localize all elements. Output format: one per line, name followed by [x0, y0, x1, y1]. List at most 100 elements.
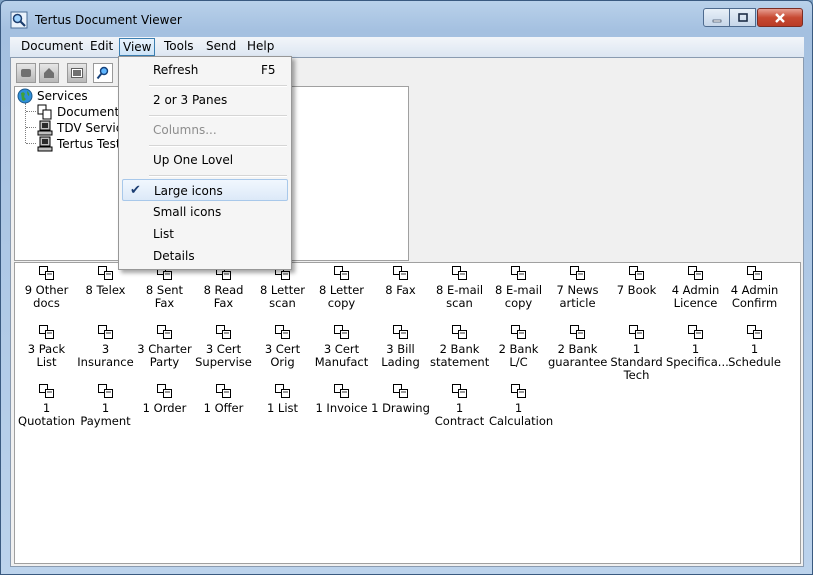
document-type-label: 8 Sent Fax [145, 283, 184, 310]
panes-button[interactable] [67, 63, 87, 83]
document-type-item[interactable]: 1 Payment [76, 383, 135, 428]
tree-item-tertus-test[interactable]: Tertus Test S [37, 136, 132, 152]
menu-item-label: Refresh [153, 63, 199, 77]
document-type-item[interactable]: 1 Contract [430, 383, 489, 428]
menu-item-details[interactable]: Details [122, 245, 288, 267]
menu-separator [149, 115, 287, 117]
title-bar[interactable]: Tertus Document Viewer [1, 1, 812, 35]
home-button[interactable] [39, 63, 59, 83]
document-type-item[interactable]: 8 E-mail copy [489, 265, 548, 310]
document-icon [392, 325, 408, 339]
document-type-item[interactable]: 1 Standard Tech [607, 324, 666, 382]
document-type-item[interactable]: 1 Calculation [489, 383, 553, 428]
document-type-item[interactable]: 4 Admin Licence [666, 265, 725, 310]
document-type-label: 1 Drawing [371, 401, 430, 415]
minimize-button[interactable] [703, 8, 730, 27]
tree-item-tdv-service[interactable]: TDV Service [37, 120, 130, 136]
document-icon [451, 384, 467, 398]
document-type-item[interactable]: 3 Insurance [76, 324, 135, 369]
document-type-item[interactable]: 2 Bank guarantee [548, 324, 607, 369]
document-type-item[interactable]: 3 Pack List [17, 324, 76, 369]
document-type-item[interactable]: 1 Schedule [725, 324, 784, 369]
document-type-item[interactable]: 3 Bill Lading [371, 324, 430, 369]
menu-separator [149, 85, 287, 87]
menu-item-columns[interactable]: Columns... [122, 119, 288, 141]
document-type-label: Lading [381, 355, 420, 369]
menu-item-large-icons[interactable]: ✔ Large icons [122, 179, 288, 201]
menu-item-up-one-level[interactable]: Up One Lovel [122, 149, 288, 171]
document-type-label: Confirm [731, 296, 778, 310]
app-window: Tertus Document Viewer Document Edit Vie… [0, 0, 813, 575]
search-icon [96, 66, 109, 80]
document-type-item[interactable]: 8 Sent Fax [135, 265, 194, 310]
document-icon [38, 325, 54, 339]
document-type-item[interactable]: 9 Other docs [17, 265, 76, 310]
document-icon [628, 266, 644, 280]
document-icon [687, 325, 703, 339]
document-icon [687, 266, 703, 280]
document-type-item[interactable]: 1 Order [135, 383, 194, 415]
document-type-item[interactable]: 7 Book [607, 265, 666, 297]
document-type-item[interactable]: 8 Letter scan [253, 265, 312, 310]
tree-item-document-types[interactable]: Document Ty [37, 104, 136, 120]
document-icon [746, 325, 762, 339]
document-type-item[interactable]: 3 Cert Orig [253, 324, 312, 369]
document-type-label: docs [33, 296, 60, 310]
document-type-item[interactable]: 1 Specifica... [666, 324, 729, 369]
document-icon [569, 325, 585, 339]
computer-icon [37, 120, 53, 136]
document-type-item[interactable]: 8 Letter copy [312, 265, 371, 310]
search-button[interactable] [93, 63, 113, 83]
back-icon [21, 69, 31, 77]
document-type-item[interactable]: 3 Cert Supervise [194, 324, 253, 369]
document-type-item[interactable]: 1 Drawing [371, 383, 430, 415]
document-type-item[interactable]: 1 Quotation [17, 383, 76, 428]
menu-edit[interactable]: Edit [87, 38, 116, 56]
document-type-label: 1 Invoice [315, 401, 368, 415]
document-type-label: Specifica... [666, 355, 729, 369]
menu-item-label: Up One Lovel [153, 153, 234, 167]
magnifier-app-icon [10, 11, 28, 29]
document-type-label: 1 Offer [203, 401, 244, 415]
document-icon [392, 266, 408, 280]
document-icon [510, 384, 526, 398]
document-type-item[interactable]: 8 E-mail scan [430, 265, 489, 310]
menu-send[interactable]: Send [203, 38, 239, 56]
menu-item-small-icons[interactable]: Small icons [122, 201, 288, 223]
document-type-item[interactable]: 1 List [253, 383, 312, 415]
document-type-label: 1 Contract [434, 401, 485, 428]
document-list: 9 Other docs 8 Telex 8 Sent Fax 8 Read Fax 8 … [14, 262, 801, 564]
document-type-item[interactable]: 7 News article [548, 265, 607, 310]
menu-item-panes[interactable]: 2 or 3 Panes [122, 89, 288, 111]
menu-item-refresh[interactable]: Refresh F5 [122, 59, 288, 81]
menu-item-list[interactable]: List [122, 223, 288, 245]
menu-help[interactable]: Help [244, 38, 277, 56]
document-type-item[interactable]: 2 Bank L/C [489, 324, 548, 369]
document-type-label: guarantee [548, 355, 608, 369]
maximize-button[interactable] [729, 8, 756, 27]
document-type-item[interactable]: 3 Cert Manufact [312, 324, 371, 369]
document-icon [392, 384, 408, 398]
menu-view[interactable]: View [119, 38, 156, 56]
document-type-item[interactable]: 8 Fax [371, 265, 430, 297]
panes-icon [71, 68, 83, 78]
document-type-label: 1 Order [142, 401, 187, 415]
document-type-label: 2 Bank L/C [498, 342, 539, 369]
document-type-label: scan [446, 296, 473, 310]
document-type-item[interactable]: 2 Bank statement [430, 324, 489, 369]
menu-tools[interactable]: Tools [161, 38, 197, 56]
menu-document[interactable]: Document [18, 38, 86, 56]
close-button[interactable] [757, 8, 803, 27]
document-type-item[interactable]: 3 Charter Party [135, 324, 194, 369]
menu-item-label: Columns... [153, 123, 217, 137]
window-title: Tertus Document Viewer [35, 13, 182, 27]
document-type-item[interactable]: 4 Admin Confirm [725, 265, 784, 310]
maximize-icon [737, 13, 748, 22]
close-icon [775, 13, 785, 23]
document-type-label: 1 List [266, 401, 299, 415]
document-type-item[interactable]: 1 Invoice [312, 383, 371, 415]
document-type-item[interactable]: 8 Read Fax [194, 265, 253, 310]
document-icon [333, 384, 349, 398]
back-button[interactable] [16, 63, 36, 83]
document-type-item[interactable]: 1 Offer [194, 383, 253, 415]
